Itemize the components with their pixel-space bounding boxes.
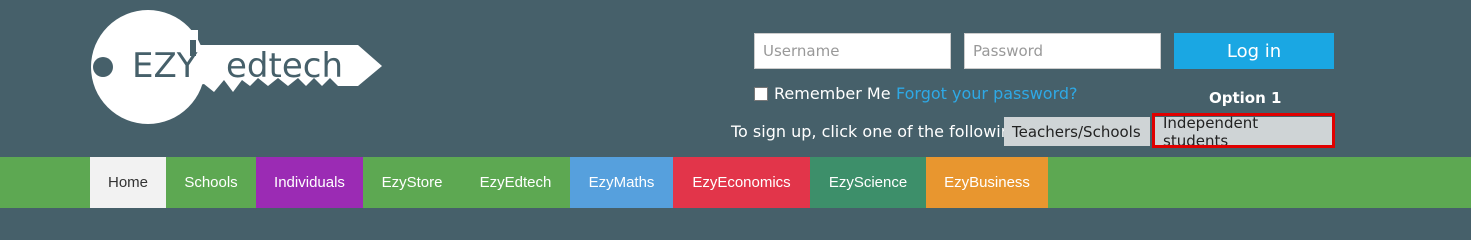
login-button[interactable]: Log in	[1174, 33, 1334, 69]
independent-students-button[interactable]: Independent students	[1155, 114, 1332, 150]
teachers-schools-button[interactable]: Teachers/Schools	[1004, 117, 1150, 146]
nav-item-ezyscience[interactable]: EzyScience	[810, 157, 926, 208]
remember-me-label: Remember Me	[774, 84, 891, 103]
nav-item-ezyeconomics[interactable]: EzyEconomics	[673, 157, 810, 208]
main-nav: Home Schools Individuals EzyStore EzyEdt…	[0, 157, 1471, 208]
option-label: Option 1	[1209, 89, 1282, 107]
nav-item-ezystore[interactable]: EzyStore	[363, 157, 461, 208]
nav-item-individuals[interactable]: Individuals	[256, 157, 363, 208]
nav-item-ezymaths[interactable]: EzyMaths	[570, 157, 673, 208]
remember-me-checkbox[interactable]	[754, 86, 768, 101]
nav-item-ezyedtech[interactable]: EzyEdtech	[461, 157, 570, 208]
username-input[interactable]: Username	[754, 33, 951, 69]
signup-prompt: To sign up, click one of the following:	[731, 122, 1027, 141]
nav-item-home[interactable]: Home	[90, 157, 166, 208]
ezy-edtech-logo[interactable]: EZY edtech	[88, 8, 388, 126]
header: EZY edtech Username Password Log in Reme…	[0, 0, 1471, 157]
nav-item-ezybusiness[interactable]: EzyBusiness	[926, 157, 1048, 208]
password-input[interactable]: Password	[964, 33, 1161, 69]
nav-item-schools[interactable]: Schools	[166, 157, 256, 208]
forgot-password-link[interactable]: Forgot your password?	[896, 84, 1078, 103]
logo-text-edtech: edtech	[226, 46, 343, 86]
remember-me[interactable]: Remember Me	[754, 84, 891, 103]
logo-text-ezy: EZY	[132, 46, 198, 86]
